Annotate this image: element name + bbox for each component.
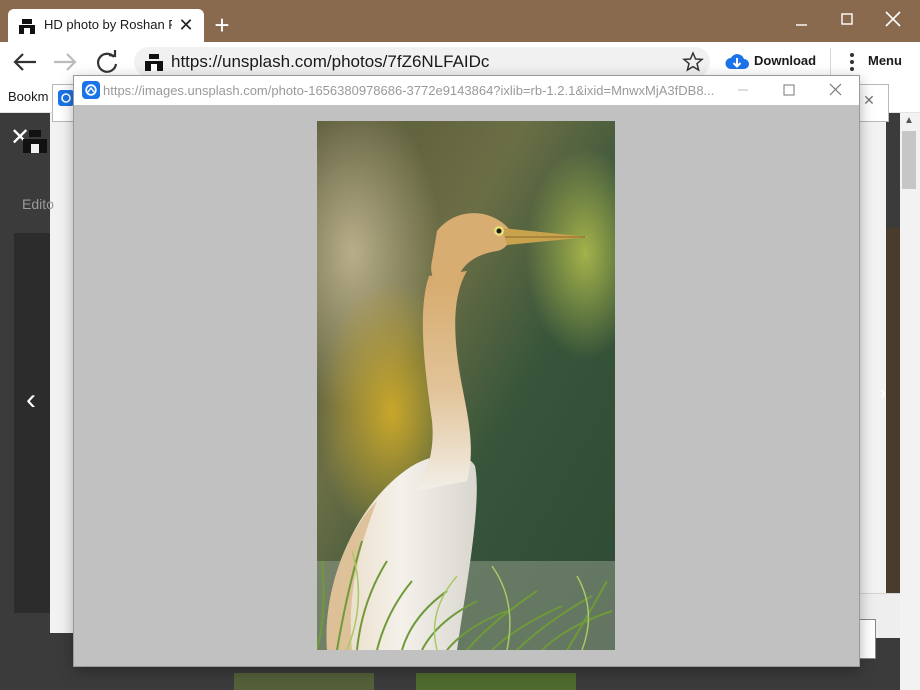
scrollbar-thumb[interactable]	[902, 131, 916, 189]
unsplash-logo-icon	[19, 19, 35, 34]
download-label: Download	[754, 53, 817, 68]
maximize-icon	[783, 84, 795, 96]
menu-button[interactable]: Menu	[842, 48, 920, 76]
maximize-button[interactable]	[824, 6, 870, 34]
star-icon[interactable]	[682, 51, 704, 73]
close-window-button[interactable]	[870, 6, 916, 34]
close-icon	[885, 11, 901, 27]
browser-app-icon	[82, 81, 100, 99]
browser-titlebar: HD photo by Roshan P ✕ +	[0, 0, 920, 42]
image-popup-window: https://images.unsplash.com/photo-165638…	[74, 76, 859, 666]
browser-tab[interactable]: HD photo by Roshan P ✕	[8, 9, 204, 42]
tab-close-icon[interactable]: ✕	[176, 14, 196, 36]
close-icon[interactable]: ✕	[857, 88, 881, 112]
egret-photo[interactable]	[317, 121, 615, 650]
download-button[interactable]: Download	[724, 48, 824, 76]
page-thumbnail	[416, 673, 576, 690]
page-photo-left	[14, 233, 54, 613]
popup-titlebar: https://images.unsplash.com/photo-165638…	[74, 76, 859, 105]
cloud-download-icon	[725, 54, 749, 69]
reload-button[interactable]	[92, 48, 122, 76]
menu-label: Menu	[868, 53, 902, 68]
page-thumbnail	[234, 673, 374, 690]
popup-minimize-button[interactable]	[720, 76, 766, 105]
maximize-icon	[841, 13, 853, 25]
page-edit-label: Edito	[22, 196, 54, 212]
address-bar[interactable]: https://unsplash.com/photos/7fZ6NLFAIDc	[134, 47, 710, 77]
minimize-button[interactable]	[778, 6, 824, 34]
reload-icon	[96, 50, 118, 73]
chevron-left-icon[interactable]: ‹	[26, 383, 36, 417]
popup-url: https://images.unsplash.com/photo-165638…	[103, 83, 715, 98]
toolbar-divider	[830, 48, 831, 76]
page-scrollbar[interactable]: ▲	[900, 113, 920, 690]
bookmarks-label[interactable]: Bookm	[8, 89, 48, 104]
minimize-icon	[796, 24, 807, 26]
unsplash-logo-icon	[23, 130, 47, 153]
forward-button[interactable]	[50, 48, 80, 76]
popup-content-area	[74, 105, 859, 666]
vertical-dots-icon	[850, 53, 854, 71]
close-icon	[829, 83, 842, 96]
arrow-left-icon	[13, 53, 36, 71]
scroll-up-icon[interactable]: ▲	[903, 115, 915, 127]
tab-title: HD photo by Roshan P	[44, 17, 172, 32]
chevron-right-icon[interactable]: ›	[880, 383, 886, 404]
url-text: https://unsplash.com/photos/7fZ6NLFAIDc	[171, 52, 490, 71]
popup-close-button[interactable]	[812, 76, 858, 105]
unsplash-logo-icon	[145, 54, 163, 71]
minimize-icon	[738, 89, 748, 91]
popup-maximize-button[interactable]	[766, 76, 812, 105]
arrow-right-icon	[54, 53, 77, 71]
back-button[interactable]	[10, 48, 40, 76]
new-tab-button[interactable]: +	[210, 12, 234, 38]
browser-app-icon	[58, 90, 74, 106]
